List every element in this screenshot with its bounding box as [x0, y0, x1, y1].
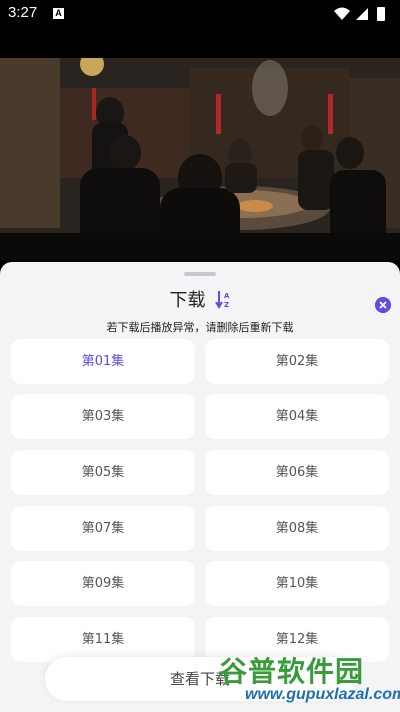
notification-icon: A: [53, 8, 64, 19]
svg-text:A: A: [224, 292, 230, 300]
video-frame: [0, 58, 400, 260]
episode-button[interactable]: 第09集: [11, 561, 195, 606]
video-player[interactable]: [0, 58, 400, 260]
episode-button[interactable]: 第06集: [205, 450, 389, 495]
status-time: 3:27: [8, 4, 38, 21]
episode-button[interactable]: 第11集: [11, 617, 195, 662]
download-sheet: 下载 A Z 若下载后播放异常，请删除后重新下载 第01集 第02集 第03集 …: [0, 262, 400, 712]
watermark: 谷普软件园 www.gupuxlazal.com: [215, 650, 400, 708]
download-notice: 若下载后播放异常，请删除后重新下载: [106, 321, 294, 334]
episode-button[interactable]: 第02集: [205, 339, 389, 384]
episode-button[interactable]: 第08集: [205, 506, 389, 551]
battery-icon: [377, 7, 385, 21]
sort-icon[interactable]: A Z: [214, 289, 231, 309]
watermark-title: 谷普软件园: [219, 655, 365, 688]
close-icon[interactable]: [375, 297, 391, 313]
svg-text:Z: Z: [224, 301, 229, 309]
episode-button[interactable]: 第10集: [205, 561, 389, 606]
wifi-icon: [334, 7, 350, 20]
episode-button[interactable]: 第01集: [11, 339, 195, 384]
drag-handle[interactable]: [184, 272, 216, 276]
episode-button[interactable]: 第03集: [11, 394, 195, 439]
status-icons: [334, 7, 385, 21]
signal-icon: [356, 8, 368, 20]
watermark-url: www.gupuxlazal.com: [245, 686, 400, 703]
episode-button[interactable]: 第05集: [11, 450, 195, 495]
sheet-title: 下载: [169, 290, 206, 311]
episode-button[interactable]: 第07集: [11, 506, 195, 551]
status-bar: 3:27 A: [0, 0, 400, 28]
sheet-header: 下载 A Z: [0, 286, 400, 311]
episode-button[interactable]: 第04集: [205, 394, 389, 439]
